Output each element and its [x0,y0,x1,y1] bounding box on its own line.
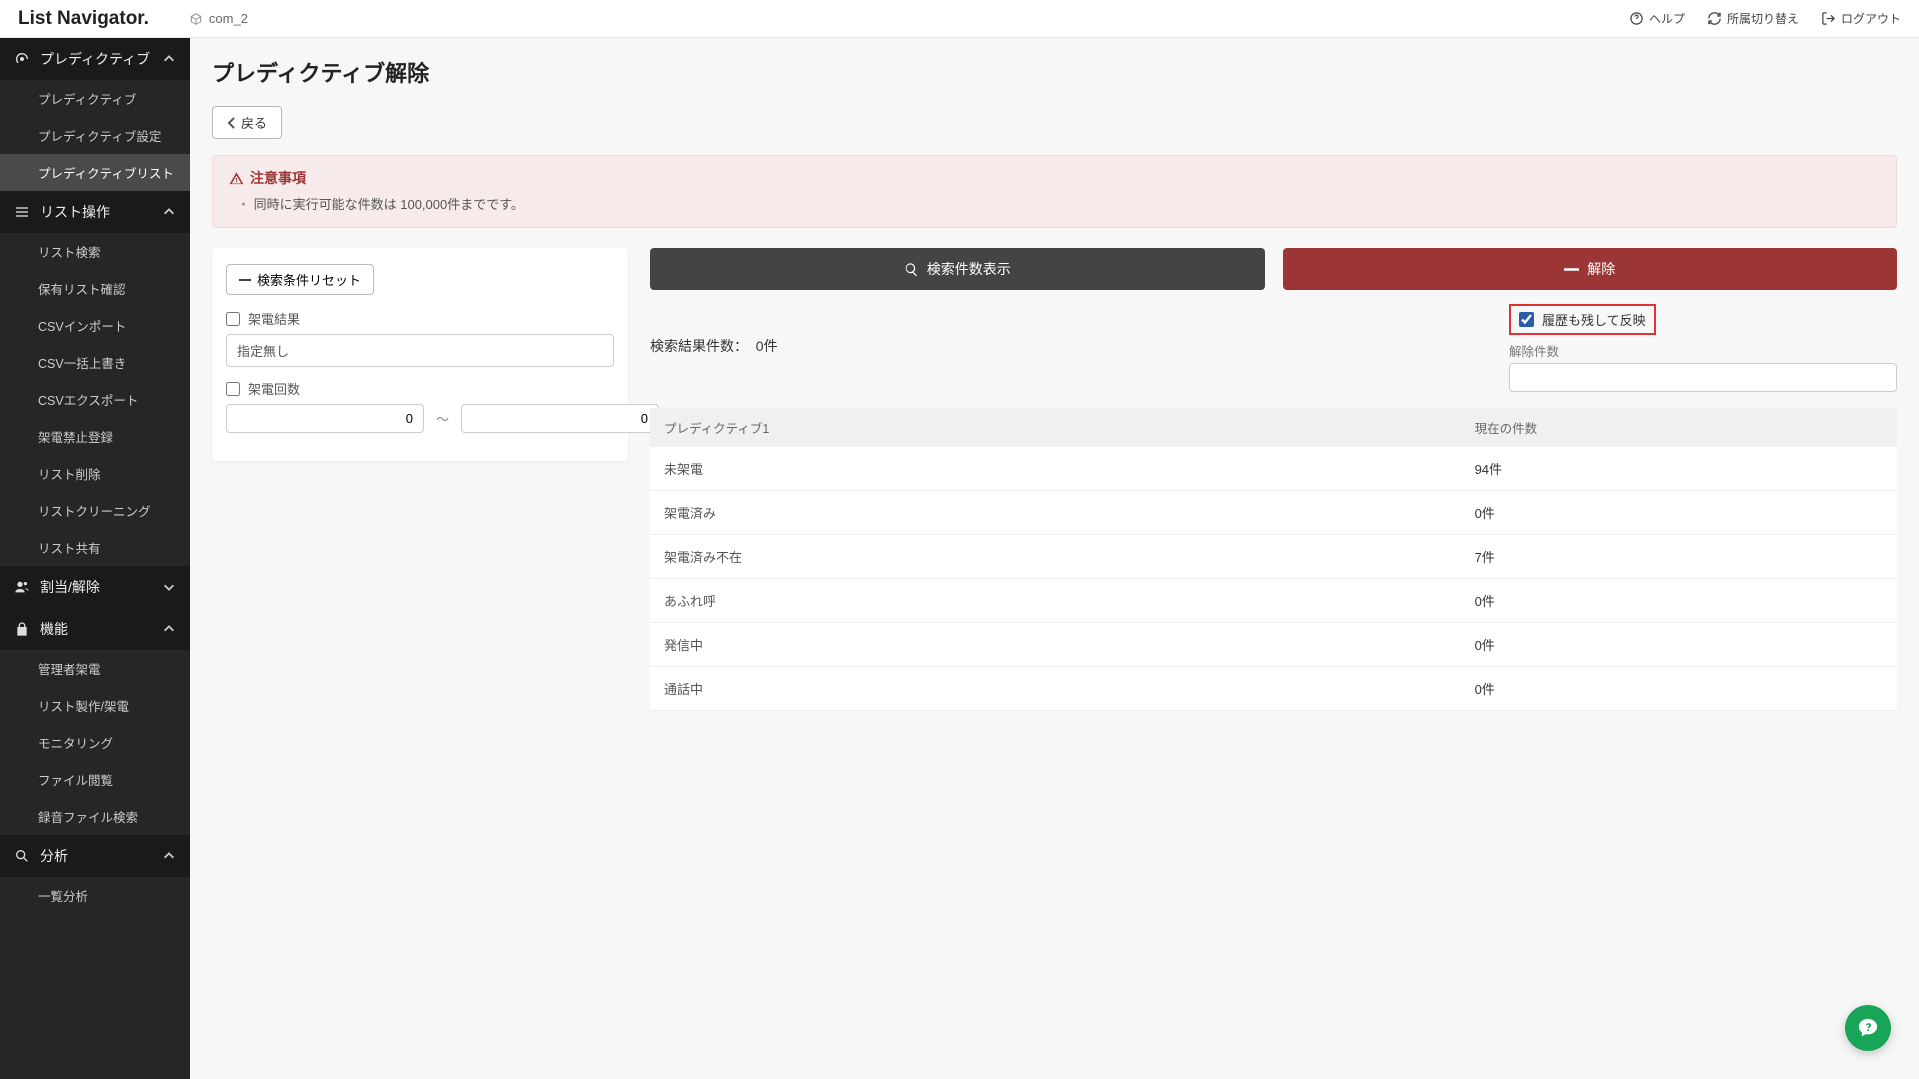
company-name: com_2 [209,11,248,26]
row-name: 発信中 [650,623,1461,667]
result-count: 検索結果件数： 0件 [650,304,778,356]
range-separator: 〜 [436,409,449,428]
call-result-checkbox-label[interactable]: 架電結果 [226,309,614,328]
sidebar-section-head[interactable]: 分析 [0,835,190,877]
row-count: 7件 [1461,535,1897,579]
section-icon [14,848,30,864]
sidebar-item[interactable]: 架電禁止登録 [0,418,190,455]
status-table: プレディクティブ1 現在の件数 未架電94件架電済み0件架電済み不在7件あふれ呼… [650,408,1897,711]
sidebar-item[interactable]: 保有リスト確認 [0,270,190,307]
table-row: 未架電94件 [650,447,1897,491]
row-name: 未架電 [650,447,1461,491]
sidebar-item[interactable]: リスト製作/架電 [0,687,190,724]
chevron-up-icon [162,205,176,219]
help-icon [1629,11,1644,26]
chevron-down-icon [162,580,176,594]
sidebar-item[interactable]: モニタリング [0,724,190,761]
search-icon [904,262,919,277]
table-row: 架電済み不在7件 [650,535,1897,579]
call-result-select[interactable]: 指定無し [226,334,614,367]
table-row: 発信中0件 [650,623,1897,667]
page-title: プレディクティブ解除 [212,56,1897,88]
sidebar-item[interactable]: リストクリーニング [0,492,190,529]
section-icon [14,51,30,67]
chevron-left-icon [227,117,237,129]
sidebar-section-head[interactable]: プレディクティブ [0,38,190,80]
minus-icon [1564,262,1579,277]
sidebar-item[interactable]: リスト削除 [0,455,190,492]
notice-box: 注意事項 同時に実行可能な件数は 100,000件までです。 [212,155,1897,228]
section-icon [14,579,30,595]
release-count-input[interactable] [1509,363,1897,392]
release-count-label: 解除件数 [1509,341,1897,360]
chevron-up-icon [162,52,176,66]
section-icon [14,204,30,220]
row-count: 0件 [1461,623,1897,667]
history-checkbox-highlight[interactable]: 履歴も残して反映 [1509,304,1656,335]
sidebar-item[interactable]: ファイル閲覧 [0,761,190,798]
chevron-up-icon [162,622,176,636]
range-to-input[interactable] [461,404,659,433]
help-fab[interactable] [1845,1005,1891,1051]
sidebar-item[interactable]: CSV一括上書き [0,344,190,381]
sidebar-item[interactable]: リスト共有 [0,529,190,566]
table-header-count: 現在の件数 [1461,408,1897,447]
search-panel: 検索条件リセット 架電結果 指定無し 架電回数 [212,248,628,461]
search-count-button[interactable]: 検索件数表示 [650,248,1265,290]
release-button[interactable]: 解除 [1283,248,1898,290]
row-count: 0件 [1461,579,1897,623]
logout-link[interactable]: ログアウト [1821,10,1901,27]
history-checkbox[interactable] [1519,312,1534,327]
row-count: 0件 [1461,667,1897,711]
row-name: 架電済み [650,491,1461,535]
call-result-checkbox[interactable] [226,312,240,326]
sidebar-item[interactable]: 録音ファイル検索 [0,798,190,835]
company-selector[interactable]: com_2 [189,11,248,26]
logout-icon [1821,11,1836,26]
sidebar: プレディクティブプレディクティブプレディクティブ設定プレディクティブリストリスト… [0,38,190,1079]
app-logo: List Navigator. [18,8,149,30]
sidebar-item[interactable]: プレディクティブ設定 [0,117,190,154]
sidebar-item[interactable]: 管理者架電 [0,650,190,687]
table-row: あふれ呼0件 [650,579,1897,623]
table-row: 架電済み0件 [650,491,1897,535]
row-count: 94件 [1461,447,1897,491]
sidebar-item[interactable]: プレディクティブ [0,80,190,117]
chevron-up-icon [162,849,176,863]
row-count: 0件 [1461,491,1897,535]
refresh-icon [1707,11,1722,26]
warning-icon [229,171,244,186]
minus-icon [239,274,251,286]
call-count-checkbox-label[interactable]: 架電回数 [226,379,614,398]
result-panel: 検索件数表示 解除 検索結果件数： 0件 [650,248,1897,711]
notice-title: 注意事項 [229,168,1880,188]
sidebar-item[interactable]: リスト検索 [0,233,190,270]
chat-help-icon [1857,1017,1879,1039]
table-row: 通話中0件 [650,667,1897,711]
notice-body: 同時に実行可能な件数は 100,000件までです。 [229,194,1880,213]
sidebar-item[interactable]: 一覧分析 [0,877,190,914]
main-content: プレディクティブ解除 戻る 注意事項 同時に実行可能な件数は 100,000件ま… [190,38,1919,1079]
row-name: あふれ呼 [650,579,1461,623]
call-count-checkbox[interactable] [226,382,240,396]
sidebar-item[interactable]: プレディクティブリスト [0,154,190,191]
row-name: 通話中 [650,667,1461,711]
sidebar-item[interactable]: CSVエクスポート [0,381,190,418]
sidebar-section-head[interactable]: リスト操作 [0,191,190,233]
range-from-input[interactable] [226,404,424,433]
row-name: 架電済み不在 [650,535,1461,579]
cube-icon [189,12,203,26]
sidebar-item[interactable]: CSVインポート [0,307,190,344]
reset-button[interactable]: 検索条件リセット [226,264,374,295]
help-link[interactable]: ヘルプ [1629,10,1685,27]
sidebar-section-head[interactable]: 機能 [0,608,190,650]
sidebar-section-head[interactable]: 割当/解除 [0,566,190,608]
header-bar: List Navigator. com_2 ヘルプ 所属切り替え ログアウト [0,0,1919,38]
section-icon [14,621,30,637]
back-button[interactable]: 戻る [212,106,282,139]
table-header-name: プレディクティブ1 [650,408,1461,447]
switch-link[interactable]: 所属切り替え [1707,10,1799,27]
